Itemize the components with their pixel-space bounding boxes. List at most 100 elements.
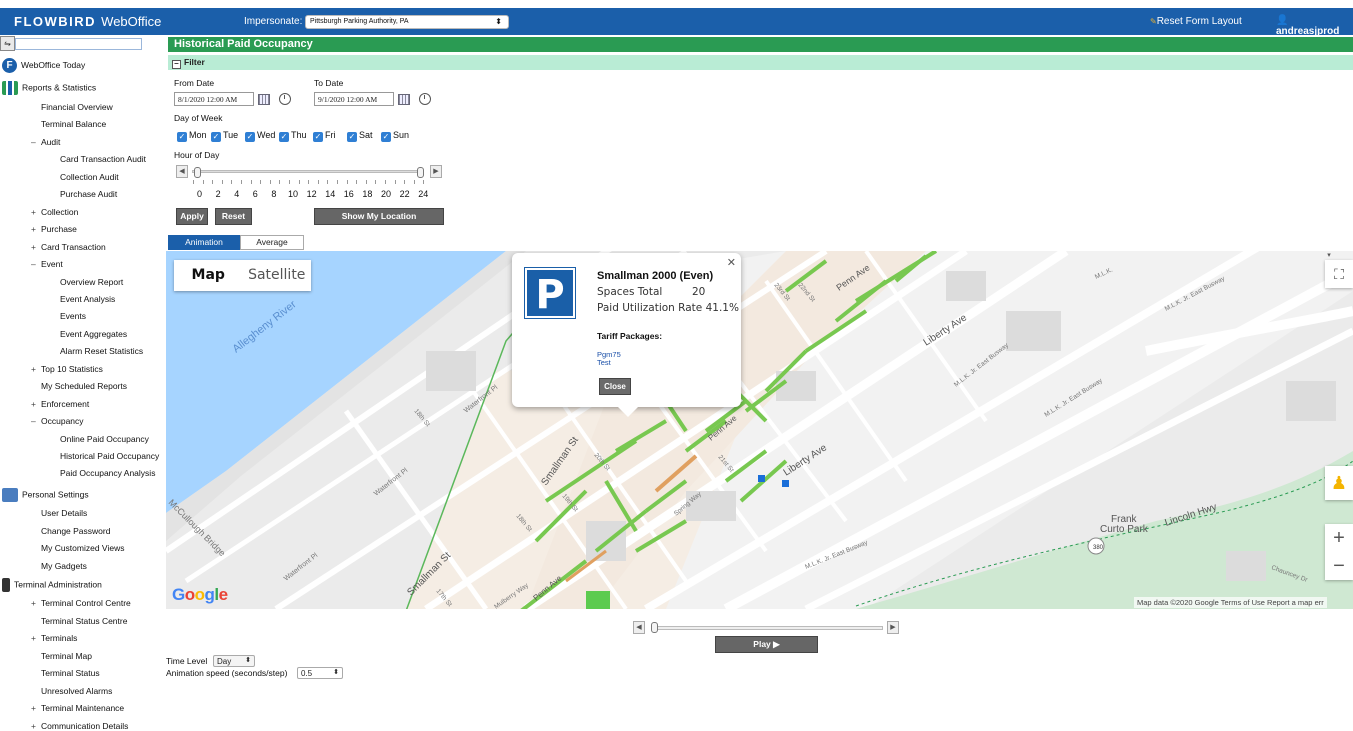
reset-button[interactable]: Reset	[215, 208, 252, 225]
day-checkbox-fri[interactable]: ✓ Fri	[313, 130, 336, 142]
slider-left-arrow[interactable]: ◀	[176, 165, 188, 178]
sidebar-item-terminal-status[interactable]: Terminal Status	[31, 668, 100, 678]
expand-toggle[interactable]: –	[31, 259, 41, 269]
hour-range-slider[interactable]: ◀ ▶	[176, 165, 442, 184]
sidebar-item-financial-overview[interactable]: Financial Overview	[31, 102, 113, 112]
slider-left-arrow[interactable]: ◀	[633, 621, 645, 634]
sidebar-item-collection-audit[interactable]: Collection Audit	[50, 172, 119, 182]
sidebar-item-paid-occupancy-analysis[interactable]: Paid Occupancy Analysis	[50, 468, 155, 478]
reset-form-layout-link[interactable]: ✎Reset Form Layout	[1150, 16, 1242, 27]
sidebar-item-event-aggregates[interactable]: Event Aggregates	[50, 329, 127, 339]
slider-handle-start[interactable]	[194, 167, 201, 178]
filter-header[interactable]: – Filter	[168, 55, 1353, 70]
sidebar-item-terminal-control-centre[interactable]: + Terminal Control Centre	[31, 598, 131, 608]
checkbox-checked-icon[interactable]: ✓	[177, 132, 187, 142]
sidebar-toggle-icon[interactable]: ⇋	[0, 36, 15, 51]
sidebar-item-online-paid-occupancy[interactable]: Online Paid Occupancy	[50, 434, 149, 444]
map-attribution[interactable]: Map data ©2020 Google Terms of Use Repor…	[1134, 597, 1327, 608]
sidebar-item-events[interactable]: Events	[50, 311, 86, 321]
map-button[interactable]: Map	[174, 260, 243, 291]
expand-toggle[interactable]: –	[31, 416, 41, 426]
fullscreen-icon[interactable]: ⛶	[1325, 260, 1353, 288]
clock-icon[interactable]	[419, 93, 431, 105]
expand-toggle[interactable]: +	[31, 224, 41, 234]
popup-close-button[interactable]: Close	[599, 378, 631, 395]
checkbox-checked-icon[interactable]: ✓	[279, 132, 289, 142]
day-checkbox-sun[interactable]: ✓ Sun	[381, 130, 409, 142]
day-checkbox-tue[interactable]: ✓ Tue	[211, 130, 238, 142]
sidebar-item-historical-paid-occupancy[interactable]: Historical Paid Occupancy	[50, 451, 159, 461]
expand-toggle[interactable]: +	[31, 598, 41, 608]
sidebar-item-personal-settings[interactable]: Personal Settings	[2, 488, 89, 502]
user-menu[interactable]: 👤 andreasjprod	[1276, 15, 1353, 37]
day-checkbox-sat[interactable]: ✓ Sat	[347, 130, 373, 142]
sidebar-item-terminal-admin[interactable]: Terminal Administration	[2, 578, 102, 592]
play-button[interactable]: Play ▶	[715, 636, 818, 653]
checkbox-checked-icon[interactable]: ✓	[381, 132, 391, 142]
zoom-out-icon[interactable]: −	[1325, 552, 1353, 580]
sidebar-item-my-gadgets[interactable]: My Gadgets	[31, 561, 87, 571]
slider-right-arrow[interactable]: ▶	[887, 621, 899, 634]
from-date-input[interactable]: 8/1/2020 12:00 AM	[174, 92, 254, 106]
expand-toggle[interactable]: –	[31, 137, 41, 147]
sidebar-item-alarm-reset-statistics[interactable]: Alarm Reset Statistics	[50, 346, 143, 356]
tariff-link[interactable]: Test	[597, 358, 611, 367]
sidebar-item-card-transaction-audit[interactable]: Card Transaction Audit	[50, 154, 146, 164]
animation-speed-input[interactable]: 0.5 ⬍	[297, 667, 343, 679]
sidebar-item-collection[interactable]: + Collection	[31, 207, 78, 217]
checkbox-checked-icon[interactable]: ✓	[313, 132, 323, 142]
expand-toggle[interactable]: +	[31, 242, 41, 252]
sidebar-item-overview-report[interactable]: Overview Report	[50, 277, 123, 287]
clock-icon[interactable]	[279, 93, 291, 105]
day-checkbox-thu[interactable]: ✓ Thu	[279, 130, 307, 142]
sidebar-item-terminal-status-centre[interactable]: Terminal Status Centre	[31, 616, 127, 626]
expand-toggle[interactable]: +	[31, 207, 41, 217]
impersonate-select[interactable]: Pittsburgh Parking Authority, PA ⬍	[305, 15, 509, 29]
pegman-icon[interactable]: ♟	[1325, 466, 1353, 500]
calendar-icon[interactable]	[258, 94, 270, 105]
sidebar-item-card-transaction[interactable]: + Card Transaction	[31, 242, 106, 252]
slider-handle-end[interactable]	[417, 167, 424, 178]
expand-toggle[interactable]: +	[31, 633, 41, 643]
sidebar-item-reports[interactable]: Reports & Statistics	[2, 81, 96, 95]
expand-toggle[interactable]: +	[31, 703, 41, 713]
sidebar-item-my-scheduled-reports[interactable]: My Scheduled Reports	[31, 381, 127, 391]
checkbox-checked-icon[interactable]: ✓	[211, 132, 221, 142]
tab-animation[interactable]: Animation	[168, 235, 240, 250]
day-checkbox-wed[interactable]: ✓ Wed	[245, 130, 275, 142]
sidebar-item-communication-details[interactable]: + Communication Details	[31, 721, 128, 731]
sidebar-item-my-customized-views[interactable]: My Customized Views	[31, 543, 124, 553]
sidebar-item-terminal-map[interactable]: Terminal Map	[31, 651, 92, 661]
sidebar-item-user-details[interactable]: User Details	[31, 508, 87, 518]
sidebar-item-change-password[interactable]: Change Password	[31, 526, 110, 536]
slider-track[interactable]	[192, 170, 425, 184]
sidebar-item-purchase[interactable]: + Purchase	[31, 224, 77, 234]
checkbox-checked-icon[interactable]: ✓	[347, 132, 357, 142]
close-icon[interactable]: ✕	[727, 256, 736, 269]
tab-average[interactable]: Average	[240, 235, 304, 250]
expand-toggle[interactable]: +	[31, 721, 41, 731]
satellite-button[interactable]: Satellite	[243, 260, 312, 291]
sidebar-item-terminal-maintenance[interactable]: + Terminal Maintenance	[31, 703, 124, 713]
sidebar-item-audit[interactable]: – Audit	[31, 137, 60, 147]
sidebar-search-input[interactable]	[15, 38, 142, 50]
day-checkbox-mon[interactable]: ✓ Mon	[177, 130, 207, 142]
sidebar-item-occupancy[interactable]: – Occupancy	[31, 416, 84, 426]
animation-slider[interactable]: ◀ ▶	[633, 621, 901, 635]
slider-handle[interactable]	[651, 622, 658, 633]
slider-track[interactable]	[651, 626, 883, 630]
zoom-in-icon[interactable]: +	[1325, 524, 1353, 552]
sidebar-item-terminals[interactable]: + Terminals	[31, 633, 77, 643]
sidebar-item-event[interactable]: – Event	[31, 259, 63, 269]
slider-right-arrow[interactable]: ▶	[430, 165, 442, 178]
time-level-select[interactable]: Day ⬍	[213, 655, 255, 667]
sidebar-item-purchase-audit[interactable]: Purchase Audit	[50, 189, 117, 199]
checkbox-checked-icon[interactable]: ✓	[245, 132, 255, 142]
apply-button[interactable]: Apply	[176, 208, 208, 225]
expand-toggle[interactable]: +	[31, 399, 41, 409]
sidebar-item-top-10-statistics[interactable]: + Top 10 Statistics	[31, 364, 103, 374]
expand-toggle[interactable]: +	[31, 364, 41, 374]
to-date-input[interactable]: 9/1/2020 12:00 AM	[314, 92, 394, 106]
sidebar-item-unresolved-alarms[interactable]: Unresolved Alarms	[31, 686, 112, 696]
map-canvas[interactable]: 380 Allegheny River Waterfront Pl Waterf…	[166, 251, 1353, 609]
